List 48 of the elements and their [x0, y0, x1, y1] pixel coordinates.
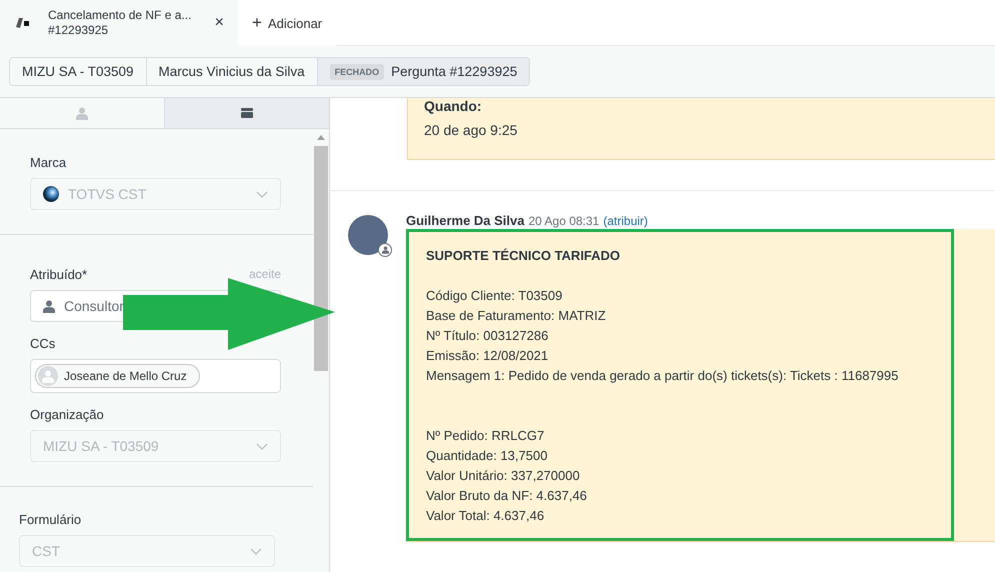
comment-line: Emissão: 12/08/2021 — [426, 347, 550, 365]
field-label: CCs — [30, 336, 56, 351]
tab-title: Cancelamento de NF e a... — [48, 8, 192, 23]
assign-link[interactable]: (atribuir) — [603, 214, 648, 228]
chevron-down-icon — [250, 548, 262, 554]
breadcrumb[interactable]: FECHADO Pergunta #12293925 — [318, 58, 530, 85]
field-value: TOTVS CST — [68, 186, 148, 202]
comment-line: Nº Título: 003127286 — [426, 327, 550, 345]
field-label: Organização — [30, 407, 104, 422]
field-value: CST — [32, 543, 61, 559]
ticket-tab[interactable]: Cancelamento de NF e a... #12293925 × — [0, 0, 238, 46]
comment-line: Valor Total: 4.637,46 — [426, 507, 546, 525]
comment-line: Valor Bruto da NF: 4.637,46 — [426, 487, 588, 505]
tag-label: Joseane de Mello Cruz — [64, 369, 187, 383]
user-badge-icon — [378, 243, 392, 257]
field-label: Marca — [30, 155, 66, 170]
ticket-icon — [16, 18, 30, 28]
field-label: Formulário — [19, 512, 82, 527]
field-value: Consultor — [64, 298, 125, 314]
event-value: 20 de ago 9:25 — [424, 122, 518, 138]
breadcrumb[interactable]: MIZU SA - T03509 — [10, 58, 147, 85]
comment-line: Nº Pedido: RRLCG7 — [426, 427, 546, 445]
comment-line: Valor Unitário: 337,270000 — [426, 467, 581, 485]
cc-tag[interactable]: Joseane de Mello Cruz — [35, 364, 200, 388]
tab-subtitle: #12293925 — [48, 23, 110, 38]
comment-heading: SUPORTE TÉCNICO TARIFADO — [426, 247, 622, 265]
comment-line: Quantidade: 13,7500 — [426, 447, 548, 465]
avatar-photo-placeholder — [348, 215, 388, 255]
comment-line: Código Cliente: T03509 — [426, 287, 564, 305]
chevron-down-icon — [256, 442, 268, 450]
field-label: Atribuído* — [30, 267, 88, 282]
user-icon — [76, 106, 88, 120]
comment-time: 20 Ago 08:31 — [528, 214, 600, 228]
plus-icon: + — [252, 13, 262, 33]
chevron-down-icon — [256, 190, 268, 198]
close-icon[interactable]: × — [214, 14, 224, 32]
event-label: Quando: — [424, 98, 483, 115]
author-name: Guilherme Da Silva — [406, 213, 524, 228]
field-value: MIZU SA - T03509 — [43, 438, 160, 454]
card-icon — [241, 108, 253, 118]
card-tab[interactable] — [164, 98, 329, 128]
add-tab-button[interactable]: + Adicionar — [238, 0, 336, 46]
avatar-icon — [38, 366, 58, 386]
status-badge: FECHADO — [330, 64, 384, 80]
scroll-up-icon[interactable] — [317, 135, 325, 140]
comment-line: Mensagem 1: Pedido de venda gerado a partir do(s) tickets(s): Tickets : 11687995 — [426, 367, 900, 385]
comment-line: Base de Faturamento: MATRIZ — [426, 307, 607, 325]
cc-field[interactable]: Joseane de Mello Cruz — [30, 359, 281, 393]
